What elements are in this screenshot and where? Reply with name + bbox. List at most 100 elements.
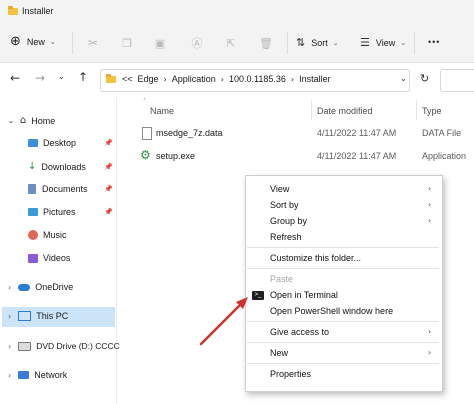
more-options-button[interactable]: ••• — [428, 37, 440, 47]
menu-item-refresh[interactable]: Refresh — [270, 232, 302, 242]
sidebar-item-label: Pictures — [43, 207, 76, 217]
refresh-icon[interactable]: ↻ — [420, 72, 429, 85]
sort-icon: ⇅ — [296, 36, 306, 49]
table-row[interactable]: ⚙ setup.exe 4/11/2022 11:47 AM Applicati… — [140, 147, 474, 165]
menu-separator — [247, 247, 439, 248]
forward-icon[interactable]: → — [35, 71, 45, 85]
sidebar-item-videos[interactable]: Videos — [28, 253, 70, 263]
chevron-right-icon: › — [428, 327, 432, 336]
sidebar-item-home[interactable]: ⌄ ⌂ Home — [8, 115, 55, 126]
menu-item-sort-by[interactable]: Sort by — [270, 200, 299, 210]
videos-icon — [28, 253, 38, 263]
chevron-right-icon: › — [428, 184, 432, 193]
document-icon — [28, 184, 36, 194]
menu-item-give-access[interactable]: Give access to — [270, 327, 329, 337]
sidebar-item-label: DVD Drive (D:) CCCC — [36, 341, 120, 351]
up-icon[interactable]: ↑ — [78, 70, 88, 84]
back-icon[interactable]: ← — [10, 71, 20, 85]
toolbar-divider — [287, 32, 288, 54]
rename-icon[interactable]: Ⓐ — [188, 26, 206, 60]
breadcrumb-item[interactable]: Edge — [138, 74, 159, 84]
sidebar-item-network[interactable]: › Network — [8, 370, 67, 380]
annotation-arrow-shaft — [199, 302, 243, 346]
view-button[interactable]: ☰ View ⌄ — [360, 36, 406, 49]
file-date: 4/11/2022 11:47 AM — [317, 151, 397, 161]
sidebar-item-label: OneDrive — [35, 282, 74, 292]
cut-icon[interactable]: ✂ — [84, 26, 102, 60]
sidebar-item-label: Videos — [43, 253, 71, 263]
sidebar-item-label: Documents — [42, 184, 88, 194]
sidebar-item-label: Desktop — [43, 138, 77, 148]
table-row[interactable]: msedge_7z.data 4/11/2022 11:47 AM DATA F… — [140, 124, 474, 142]
home-icon: ⌂ — [19, 115, 27, 126]
chevron-right-icon: › — [428, 216, 432, 225]
sidebar-item-label: This PC — [36, 311, 69, 321]
column-header-type[interactable]: Type — [422, 106, 442, 116]
column-divider[interactable] — [416, 100, 417, 120]
menu-item-open-powershell[interactable]: Open PowerShell window here — [270, 306, 393, 316]
pin-icon: 📌 — [104, 185, 113, 193]
menu-item-view[interactable]: View — [270, 184, 289, 194]
new-button[interactable]: ⊕ New ⌄ — [10, 34, 56, 49]
chevron-right-icon: › — [428, 348, 432, 357]
breadcrumb-item[interactable]: 100.0.1185.36 — [229, 74, 286, 84]
column-header-name[interactable]: Name — [150, 106, 174, 116]
download-icon: ↓ — [28, 161, 37, 172]
breadcrumb-item[interactable]: Application — [172, 74, 216, 84]
column-header-date[interactable]: Date modified — [317, 106, 373, 116]
menu-item-properties[interactable]: Properties — [270, 369, 311, 379]
pictures-icon — [28, 208, 38, 216]
window-title: Installer — [22, 6, 54, 16]
menu-item-paste: Paste — [270, 274, 294, 284]
cloud-icon — [18, 283, 31, 291]
share-icon[interactable]: ⇱ — [222, 26, 240, 60]
pin-icon: 📌 — [104, 162, 113, 171]
chevron-right-icon: › — [428, 200, 432, 209]
dvd-drive-icon — [18, 341, 32, 351]
sidebar-item-downloads[interactable]: ↓ Downloads 📌 — [28, 161, 114, 172]
sidebar-item-desktop[interactable]: Desktop 📌 — [28, 138, 114, 148]
sidebar-item-pictures[interactable]: Pictures 📌 — [28, 207, 114, 217]
delete-icon[interactable]: 🗑 — [257, 26, 275, 60]
menu-separator — [247, 342, 439, 343]
toolbar-divider — [414, 32, 415, 54]
address-dropdown-icon[interactable]: ⌄ — [400, 74, 407, 83]
new-button-label: New — [26, 36, 45, 47]
view-icon: ☰ — [360, 36, 370, 49]
sidebar-item-documents[interactable]: Documents 📌 — [28, 184, 114, 194]
menu-item-open-in-terminal[interactable]: Open in Terminal — [270, 290, 338, 300]
sidebar-item-music[interactable]: Music — [28, 230, 67, 240]
copy-icon[interactable]: ❐ — [118, 26, 136, 60]
menu-item-new[interactable]: New — [270, 348, 288, 358]
sort-button-label: Sort — [311, 37, 328, 48]
sidebar-item-label: Home — [31, 115, 56, 126]
file-name: msedge_7z.data — [156, 128, 223, 138]
sidebar-item-this-pc[interactable]: › This PC — [8, 311, 68, 321]
breadcrumb-overflow[interactable]: << — [122, 74, 133, 84]
chevron-down-icon: ⌄ — [49, 37, 56, 46]
chevron-right-icon: › — [163, 74, 167, 84]
installer-icon: ⚙ — [140, 148, 151, 162]
sidebar-item-label: Downloads — [41, 161, 86, 172]
sidebar-item-dvd-drive[interactable]: › DVD Drive (D:) CCCC — [8, 341, 120, 351]
pin-icon: 📌 — [104, 139, 113, 147]
network-icon — [18, 371, 30, 379]
file-name: setup.exe — [156, 151, 196, 161]
file-icon — [142, 127, 152, 140]
breadcrumb-item[interactable]: Installer — [299, 74, 331, 84]
search-box[interactable] — [440, 69, 474, 92]
sidebar-item-onedrive[interactable]: › OneDrive — [8, 282, 73, 292]
title-bar: Installer — [0, 0, 474, 24]
computer-icon — [18, 311, 32, 321]
sidebar-item-label: Network — [34, 370, 68, 380]
file-date: 4/11/2022 11:47 AM — [317, 128, 397, 138]
column-divider[interactable] — [311, 100, 312, 120]
sort-button[interactable]: ⇅ Sort ⌄ — [296, 36, 339, 49]
menu-item-group-by[interactable]: Group by — [270, 216, 307, 226]
toolbar-divider — [72, 32, 73, 54]
recent-locations-icon[interactable]: ⌄ — [58, 72, 65, 81]
chevron-right-icon: › — [220, 74, 224, 84]
menu-item-customize-folder[interactable]: Customize this folder... — [270, 253, 361, 263]
paste-icon[interactable]: ▣ — [151, 26, 169, 60]
desktop-icon — [28, 139, 38, 147]
